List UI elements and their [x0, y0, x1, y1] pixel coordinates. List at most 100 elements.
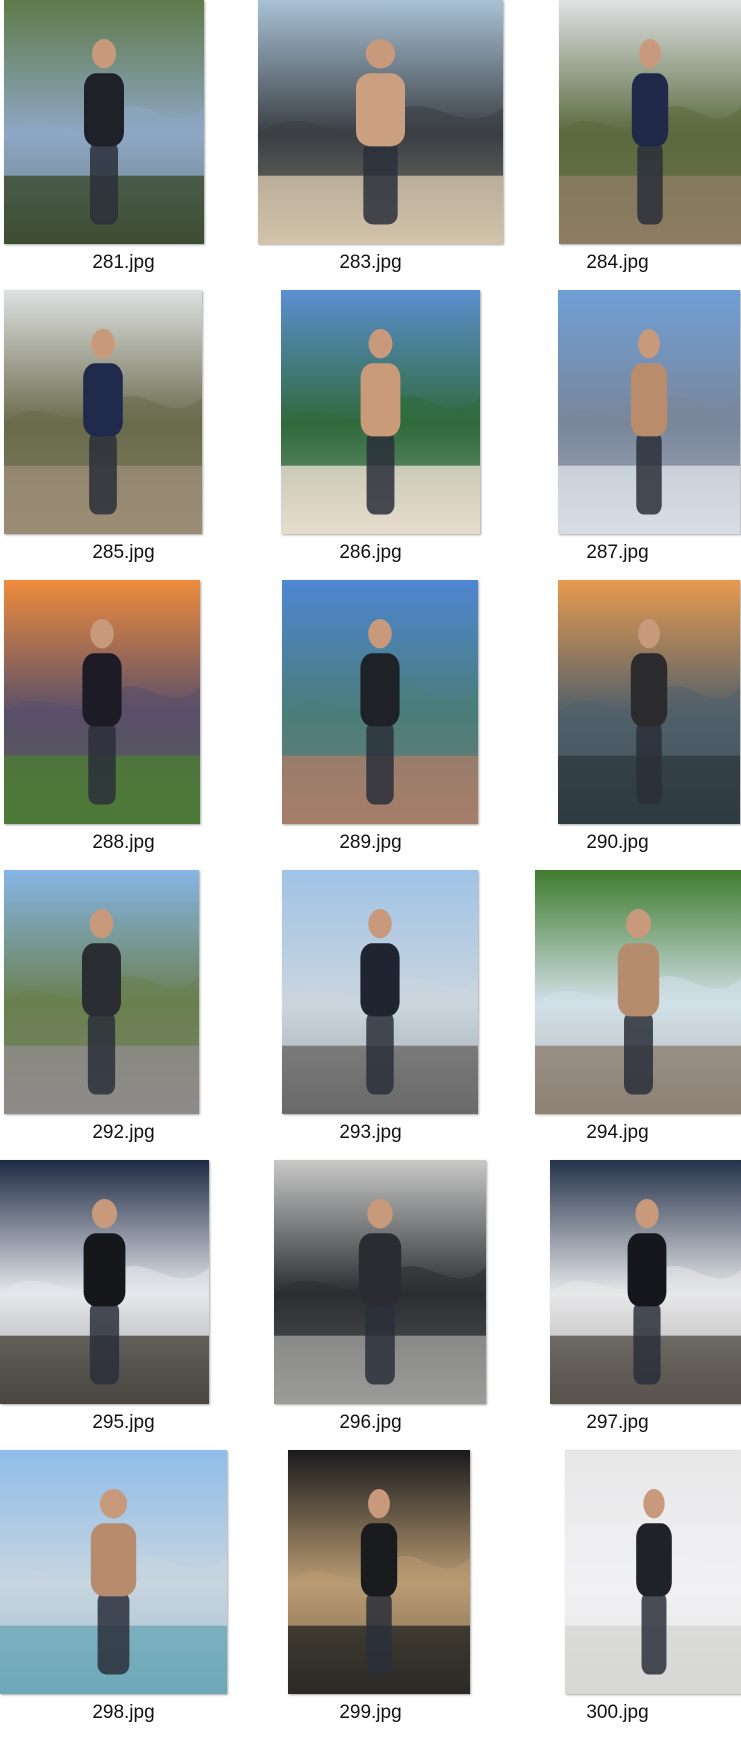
person-legs — [87, 1011, 116, 1095]
photo-scene-illustration — [282, 909, 478, 1114]
person-torso — [360, 943, 400, 1017]
photo-scene-illustration — [4, 909, 199, 1114]
file-thumbnail-tile[interactable]: 292.jpg — [0, 870, 247, 1160]
person-silhouette — [636, 1489, 672, 1675]
file-thumbnail-tile[interactable]: 295.jpg — [0, 1160, 247, 1450]
person-torso — [90, 1523, 137, 1597]
file-thumbnail-tile[interactable]: 298.jpg — [0, 1450, 247, 1740]
file-name-label: 296.jpg — [339, 1412, 402, 1433]
image-thumbnail[interactable] — [0, 1450, 227, 1694]
person-torso — [83, 363, 123, 437]
photo-scene-illustration — [0, 1199, 209, 1404]
person-silhouette — [630, 619, 668, 805]
person-torso — [630, 653, 668, 727]
person-silhouette — [90, 1489, 137, 1675]
person-head — [643, 1489, 665, 1519]
person-legs — [97, 1591, 130, 1675]
image-thumbnail[interactable] — [559, 0, 741, 244]
image-thumbnail[interactable] — [565, 1450, 741, 1694]
file-name-label: 286.jpg — [339, 542, 402, 563]
photo-scene-illustration — [4, 329, 202, 534]
file-thumbnail-tile[interactable]: 296.jpg — [247, 1160, 494, 1450]
image-thumbnail[interactable] — [4, 290, 202, 534]
file-thumbnail-tile[interactable]: 281.jpg — [0, 0, 247, 290]
photo-scene-illustration — [0, 1489, 227, 1694]
file-thumbnail-tile[interactable]: 288.jpg — [0, 580, 247, 870]
person-head — [638, 329, 660, 359]
file-thumbnail-tile[interactable]: 297.jpg — [494, 1160, 741, 1450]
image-thumbnail[interactable] — [288, 1450, 470, 1694]
file-name-label: 292.jpg — [92, 1122, 155, 1143]
photo-scene-illustration — [282, 619, 478, 824]
person-torso — [356, 73, 405, 147]
image-thumbnail[interactable] — [4, 580, 200, 824]
person-torso — [636, 1523, 672, 1597]
person-torso — [83, 1233, 126, 1307]
photo-scene-illustration — [558, 619, 740, 824]
file-name-label: 295.jpg — [92, 1412, 155, 1433]
person-head — [365, 39, 396, 69]
person-head — [367, 1199, 393, 1229]
file-thumbnail-tile[interactable]: 294.jpg — [494, 870, 741, 1160]
person-torso — [82, 653, 122, 727]
person-head — [635, 1199, 659, 1229]
file-thumbnail-tile[interactable]: 299.jpg — [247, 1450, 494, 1740]
file-thumbnail-tile[interactable]: 286.jpg — [247, 290, 494, 580]
photo-scene-illustration — [558, 329, 740, 534]
person-silhouette — [360, 619, 400, 805]
person-torso — [360, 1523, 398, 1597]
person-head — [89, 909, 114, 939]
person-silhouette — [358, 1199, 402, 1385]
person-torso — [360, 363, 401, 437]
person-torso — [82, 943, 121, 1017]
person-torso — [358, 1233, 402, 1307]
file-thumbnail-tile[interactable]: 293.jpg — [247, 870, 494, 1160]
photo-scene-illustration — [281, 329, 480, 534]
file-name-label: 300.jpg — [586, 1702, 649, 1723]
file-thumbnail-tile[interactable]: 290.jpg — [494, 580, 741, 870]
file-name-label: 288.jpg — [92, 832, 155, 853]
person-legs — [90, 141, 118, 225]
file-thumbnail-tile[interactable]: 284.jpg — [494, 0, 741, 290]
image-thumbnail[interactable] — [4, 0, 204, 244]
photo-scene-illustration — [535, 909, 741, 1114]
image-thumbnail[interactable] — [0, 1160, 209, 1404]
image-thumbnail[interactable] — [282, 870, 478, 1114]
file-name-label: 298.jpg — [92, 1702, 155, 1723]
file-thumbnail-tile[interactable]: 289.jpg — [247, 580, 494, 870]
person-head — [626, 909, 651, 939]
person-legs — [633, 1301, 661, 1385]
image-thumbnail[interactable] — [535, 870, 741, 1114]
image-thumbnail[interactable] — [282, 580, 478, 824]
file-thumbnail-tile[interactable]: 287.jpg — [494, 290, 741, 580]
image-thumbnail[interactable] — [4, 870, 199, 1114]
person-legs — [636, 431, 662, 515]
person-head — [368, 1489, 390, 1519]
person-silhouette — [617, 909, 660, 1095]
person-head — [368, 909, 392, 939]
person-legs — [365, 1301, 395, 1385]
image-thumbnail[interactable] — [274, 1160, 486, 1404]
image-thumbnail[interactable] — [258, 0, 503, 244]
person-head — [368, 619, 392, 649]
file-name-label: 294.jpg — [586, 1122, 649, 1143]
file-thumbnail-tile[interactable]: 283.jpg — [247, 0, 503, 290]
person-silhouette — [630, 329, 668, 515]
person-legs — [89, 431, 117, 515]
person-legs — [366, 1591, 392, 1675]
image-thumbnail[interactable] — [558, 580, 740, 824]
file-name-label: 289.jpg — [339, 832, 402, 853]
image-thumbnail[interactable] — [558, 290, 740, 534]
person-silhouette — [84, 39, 124, 225]
photo-scene-illustration — [565, 1489, 741, 1694]
person-legs — [366, 431, 395, 515]
image-thumbnail[interactable] — [550, 1160, 741, 1404]
person-torso — [360, 653, 400, 727]
file-name-label: 284.jpg — [586, 252, 649, 273]
person-legs — [363, 141, 398, 225]
file-thumbnail-tile[interactable]: 285.jpg — [0, 290, 247, 580]
person-head — [91, 1199, 118, 1229]
image-thumbnail[interactable] — [281, 290, 480, 534]
file-name-label: 299.jpg — [339, 1702, 402, 1723]
file-thumbnail-tile[interactable]: 300.jpg — [494, 1450, 741, 1740]
